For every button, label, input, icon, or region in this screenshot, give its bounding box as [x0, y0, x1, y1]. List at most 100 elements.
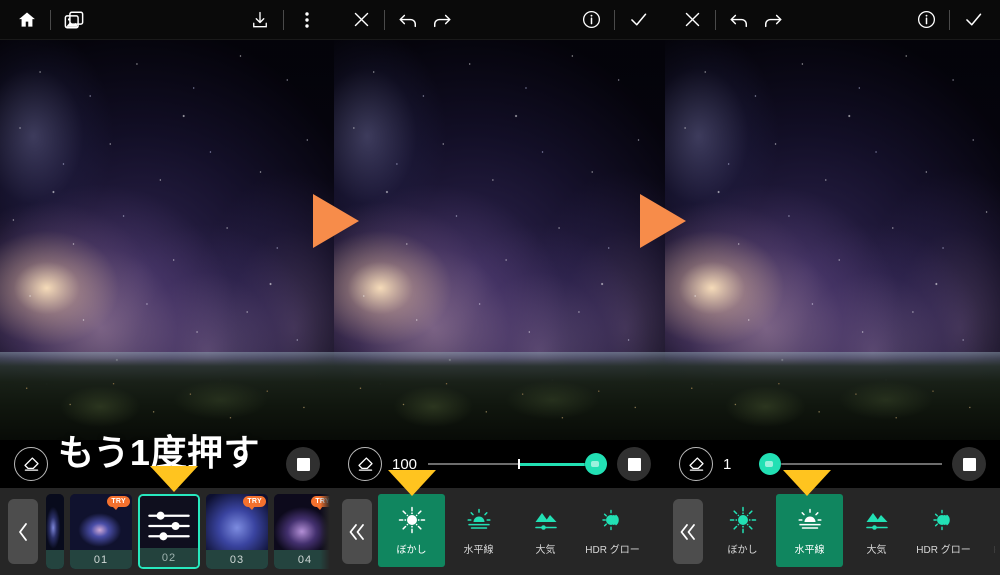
- panel-sequence: 100 1: [0, 0, 1000, 488]
- toolbar-divider: [614, 9, 615, 30]
- tool-hdr-glow[interactable]: HDR グロー: [579, 494, 646, 567]
- thumbnail-label: 03: [206, 550, 268, 569]
- sliders-icon: [148, 511, 190, 541]
- list-item[interactable]: TRY 01: [70, 494, 132, 569]
- undo-icon[interactable]: [391, 3, 425, 37]
- filmstrip-presets: TRY 01 02 TRY 03 TRY 04: [0, 488, 334, 575]
- slider-tick: [517, 459, 520, 469]
- download-icon[interactable]: [243, 3, 277, 37]
- slider-knob[interactable]: [585, 453, 607, 475]
- thumbnail-label: 02: [140, 548, 198, 567]
- list-item[interactable]: TRY 03: [206, 494, 268, 569]
- hint-pointer-3-icon: [783, 470, 831, 496]
- landscape-horizon: [334, 352, 665, 440]
- tool-blur[interactable]: ぼかし: [709, 494, 776, 567]
- toolbar-panel1: [0, 0, 334, 40]
- tool-atmosphere[interactable]: 大気: [843, 494, 910, 567]
- try-badge: TRY: [243, 496, 266, 510]
- hdr-glow-icon: [929, 505, 959, 535]
- tool-hdr-effect[interactable]: HDR エ: [646, 494, 665, 567]
- stop-button[interactable]: [286, 447, 320, 481]
- toolbar-panel3: [665, 0, 1000, 40]
- stop-square-icon: [627, 457, 641, 471]
- tool-horizon[interactable]: 水平線: [445, 494, 512, 567]
- tool-label: 水平線: [794, 545, 825, 556]
- tool-label: 大気: [866, 545, 887, 556]
- image-canvas-panel2[interactable]: [334, 40, 665, 440]
- toolbar-divider: [384, 9, 385, 30]
- panel-horizon-selected: 1: [665, 0, 1000, 488]
- tool-label: HDR グロー: [916, 545, 971, 556]
- home-icon[interactable]: [10, 3, 44, 37]
- chevron-left-icon[interactable]: [8, 499, 38, 564]
- panel-before: [0, 0, 334, 488]
- toolbar-left-group: [675, 3, 790, 37]
- tool-hdr-effect[interactable]: HDR エ: [977, 494, 1000, 567]
- blur-burst-icon: [728, 505, 758, 535]
- toolbar-panel2: [334, 0, 665, 40]
- app-screenshot: 100 1 もう1度押す TRY 01 02 TRY 03 TRY 04 ぼかし…: [0, 0, 1000, 575]
- tool-atmosphere[interactable]: 大気: [512, 494, 579, 567]
- filmstrip-tools-panel3: ぼかし 水平線 大気 HDR グロー H: [665, 488, 1000, 575]
- toolbar-right-group: [243, 3, 324, 37]
- check-icon[interactable]: [621, 3, 655, 37]
- tool-label: ぼかし: [727, 545, 758, 556]
- chevron-double-left-icon[interactable]: [342, 499, 372, 564]
- tool-horizon[interactable]: 水平線: [776, 494, 843, 567]
- info-icon[interactable]: [909, 3, 943, 37]
- close-icon[interactable]: [344, 3, 378, 37]
- chevron-double-left-icon[interactable]: [673, 499, 703, 564]
- gallery-icon[interactable]: [57, 3, 91, 37]
- list-item-selected[interactable]: 02: [138, 494, 200, 569]
- check-icon[interactable]: [956, 3, 990, 37]
- redo-icon[interactable]: [756, 3, 790, 37]
- more-vertical-icon[interactable]: [290, 3, 324, 37]
- preset-thumbnail-list: TRY 01 02 TRY 03 TRY 04: [46, 488, 334, 569]
- list-item[interactable]: [46, 494, 64, 569]
- eraser-icon[interactable]: [679, 447, 713, 481]
- step-arrow-1-icon: [313, 194, 359, 248]
- slider-track-bg: [759, 463, 942, 465]
- tool-label: ぼかし: [396, 545, 427, 556]
- horizon-sun-icon: [464, 505, 494, 535]
- image-canvas-panel3[interactable]: [665, 40, 1000, 440]
- tool-hdr-glow[interactable]: HDR グロー: [910, 494, 977, 567]
- stop-button[interactable]: [952, 447, 986, 481]
- hdr-glow-icon: [598, 505, 628, 535]
- tool-list-panel2: ぼかし 水平線 大気 HDR グロー: [378, 488, 665, 575]
- undo-icon[interactable]: [722, 3, 756, 37]
- toolbar-right-group: [909, 3, 990, 37]
- tool-label: 大気: [535, 545, 556, 556]
- filmstrip-tools-panel2: ぼかし 水平線 大気 HDR グロー: [334, 488, 665, 575]
- close-icon[interactable]: [675, 3, 709, 37]
- step-arrow-2-icon: [640, 194, 686, 248]
- toolbar-right-group: [574, 3, 655, 37]
- tool-blur[interactable]: ぼかし: [378, 494, 445, 567]
- eraser-icon[interactable]: [14, 447, 48, 481]
- stop-button[interactable]: [617, 447, 651, 481]
- slider-bar-panel3: 1: [665, 440, 1000, 488]
- try-badge: TRY: [107, 496, 130, 510]
- info-icon[interactable]: [574, 3, 608, 37]
- toolbar-left-group: [344, 3, 459, 37]
- toolbar-divider: [949, 9, 950, 30]
- hdr-triangle-icon: [996, 505, 1000, 535]
- eraser-icon[interactable]: [348, 447, 382, 481]
- mountains-icon: [531, 505, 561, 535]
- toolbar-left-group: [10, 3, 91, 37]
- mountains-icon: [862, 505, 892, 535]
- hint-pointer-2-icon: [388, 470, 436, 496]
- stop-square-icon: [962, 457, 976, 471]
- tool-list-panel3: ぼかし 水平線 大気 HDR グロー H: [709, 488, 1000, 575]
- slider-bar-panel2: 100: [334, 440, 665, 488]
- redo-icon[interactable]: [425, 3, 459, 37]
- image-canvas-panel1[interactable]: [0, 40, 334, 440]
- tool-label: HDR グロー: [585, 545, 640, 556]
- list-item[interactable]: TRY 04: [274, 494, 334, 569]
- slider-knob[interactable]: [759, 453, 781, 475]
- filmstrip-row: TRY 01 02 TRY 03 TRY 04 ぼかし 水平線 大気 HDR グ…: [0, 488, 1000, 575]
- tool-label: 水平線: [463, 545, 494, 556]
- slider-track-panel2[interactable]: [428, 447, 607, 481]
- thumbnail-label: 04: [274, 550, 334, 569]
- toolbar-divider: [50, 9, 51, 30]
